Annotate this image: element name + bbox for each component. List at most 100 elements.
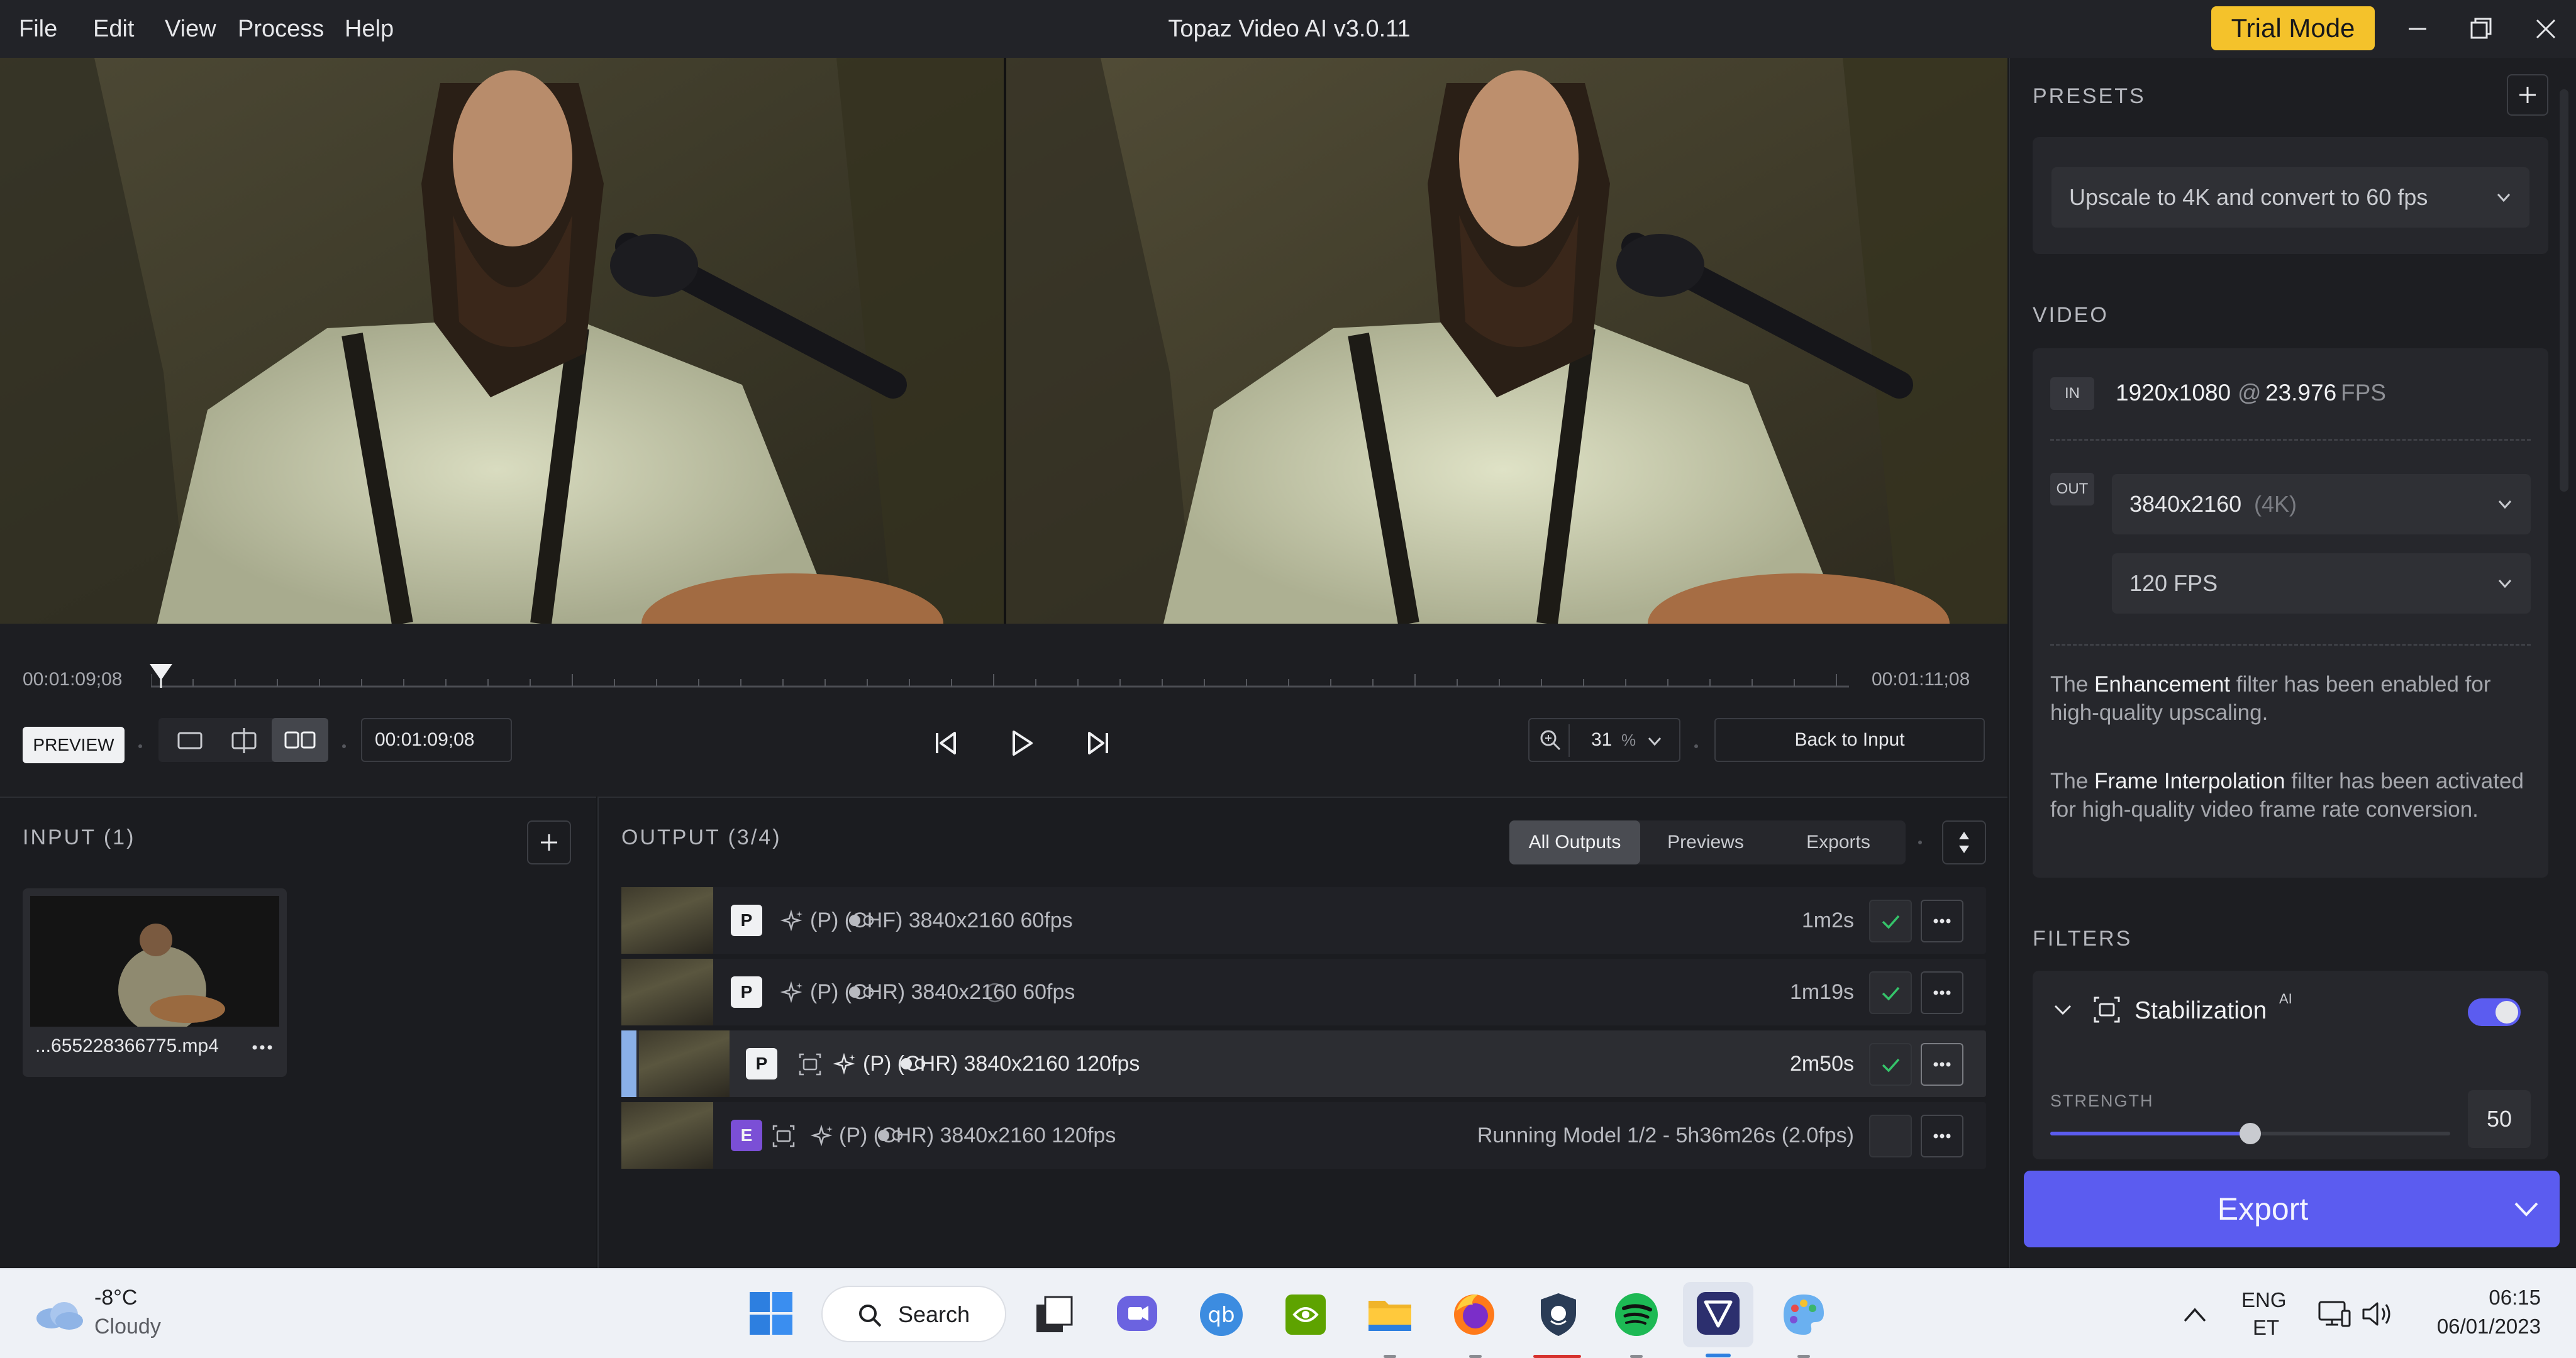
strength-slider[interactable] <box>2050 1123 2450 1144</box>
clock-time[interactable]: 06:15 <box>2472 1286 2541 1310</box>
input-file-card[interactable]: ...655228366775.mp4 <box>23 888 287 1077</box>
menu-edit[interactable]: Edit <box>93 0 134 58</box>
split-view-button[interactable] <box>219 722 268 758</box>
output-thumbnail <box>639 1030 730 1097</box>
spotify-button[interactable] <box>1607 1286 1665 1344</box>
note-emphasis: Frame Interpolation <box>2094 769 2285 793</box>
next-frame-button[interactable] <box>1078 724 1116 762</box>
volume-icon[interactable] <box>2360 1298 2396 1330</box>
svg-text:qb: qb <box>1208 1303 1235 1328</box>
firefox-button[interactable] <box>1445 1286 1503 1344</box>
close-button[interactable] <box>2526 9 2566 49</box>
running-indicator <box>1533 1355 1581 1358</box>
panel-scrollbar[interactable] <box>2560 89 2568 492</box>
sort-icon <box>1959 832 1969 853</box>
chevron-down-icon <box>2498 579 2512 588</box>
interpolation-note: The Frame Interpolation filter has been … <box>2050 767 2534 824</box>
network-icon[interactable] <box>2317 1297 2352 1331</box>
previous-frame-button[interactable] <box>928 724 966 762</box>
input-preview[interactable] <box>0 58 1004 624</box>
language-indicator[interactable]: ENG <box>2241 1288 2287 1312</box>
input-file-more-button[interactable] <box>247 1032 278 1063</box>
chevron-down-icon[interactable] <box>2512 1197 2541 1222</box>
menu-file[interactable]: File <box>19 0 57 58</box>
check-icon <box>1882 1058 1900 1073</box>
taskbar-search[interactable]: Search <box>821 1286 1006 1342</box>
output-fps-dropdown[interactable]: 120 FPS <box>2112 553 2531 614</box>
weather-temperature: -8°C <box>94 1286 138 1310</box>
output-row-more-button[interactable] <box>1921 1043 1963 1086</box>
output-filter-tabs: All Outputs Previews Exports <box>1509 820 1906 864</box>
back-to-input-button[interactable]: Back to Input <box>1714 718 1985 762</box>
teams-chat-button[interactable] <box>1108 1286 1166 1344</box>
timecode-input[interactable]: 00:01:09;08 <box>361 718 512 762</box>
out-tag: OUT <box>2050 473 2094 505</box>
play-button[interactable] <box>1002 724 1040 762</box>
output-row[interactable]: P (P) (CHR) 3840x2160 60fps 1m19s <box>621 959 1986 1025</box>
task-view-button[interactable] <box>1024 1286 1082 1344</box>
input-resolution: 1920x1080 <box>2116 380 2231 406</box>
output-row-status: 1m2s <box>1801 908 1854 932</box>
nvidia-button[interactable] <box>1277 1286 1335 1344</box>
output-resolution-dropdown[interactable]: 3840x2160 (4K) <box>2112 474 2531 534</box>
presets-header: PRESETS <box>2033 84 2146 108</box>
chevron-down-icon[interactable] <box>2050 997 2075 1022</box>
separator-dot <box>138 744 142 748</box>
clock-date[interactable]: 06/01/2023 <box>2419 1315 2541 1339</box>
restore-button[interactable] <box>2460 9 2501 49</box>
selection-indicator <box>621 1030 636 1097</box>
playhead-marker[interactable] <box>147 661 175 689</box>
minimize-button[interactable] <box>2397 9 2438 49</box>
firefox-icon <box>1454 1295 1494 1335</box>
add-preset-button[interactable] <box>2507 74 2548 116</box>
output-row-more-button[interactable] <box>1921 900 1963 942</box>
output-row-selected[interactable]: P (P) (CHR) 3840x2160 120fps 2m50s <box>621 1030 1986 1097</box>
single-view-button[interactable] <box>165 722 214 758</box>
check-icon <box>1882 915 1900 929</box>
menu-view[interactable]: View <box>165 0 216 58</box>
stabilization-toggle[interactable] <box>2468 998 2521 1026</box>
menu-help[interactable]: Help <box>345 0 394 58</box>
chevron-up-icon[interactable] <box>2181 1303 2209 1326</box>
export-badge: E <box>731 1120 762 1151</box>
keyboard-layout[interactable]: ET <box>2253 1316 2279 1340</box>
tab-previews[interactable]: Previews <box>1640 820 1771 864</box>
enhance-sparkle-icon <box>810 1124 833 1147</box>
output-row[interactable]: E (P) (CHR) 3840x2160 120fps Running Mod… <box>621 1102 1986 1169</box>
preset-dropdown[interactable]: Upscale to 4K and convert to 60 fps <box>2051 167 2529 228</box>
file-explorer-button[interactable] <box>1361 1286 1419 1344</box>
zoom-dropdown[interactable]: 31 % <box>1528 718 1680 762</box>
start-button[interactable] <box>742 1284 800 1342</box>
timeline-ruler[interactable] <box>151 661 1849 693</box>
topaz-video-ai-button[interactable] <box>1683 1282 1753 1347</box>
stabilization-card: Stabilization AI STRENGTH 50 <box>2033 971 2548 1159</box>
slider-handle[interactable] <box>2240 1123 2261 1144</box>
preview-button[interactable]: PREVIEW <box>23 727 125 763</box>
video-frame-image <box>1006 58 2007 624</box>
strength-value-input[interactable]: 50 <box>2468 1090 2531 1148</box>
tab-exports[interactable]: Exports <box>1771 820 1906 864</box>
qbittorrent-button[interactable]: qb <box>1192 1286 1250 1344</box>
timeline-bar: 00:01:09;08 00:01:11;08 PREVIEW 00:01:09… <box>0 624 2007 797</box>
tab-all-outputs[interactable]: All Outputs <box>1509 820 1640 864</box>
trial-mode-button[interactable]: Trial Mode <box>2211 6 2375 50</box>
add-input-button[interactable] <box>527 820 571 864</box>
output-row[interactable]: P (P) (CHF) 3840x2160 60fps 1m2s <box>621 887 1986 954</box>
output-row-status: 1m19s <box>1789 980 1854 1004</box>
enhance-sparkle-icon <box>780 909 802 932</box>
shield-icon <box>1541 1293 1576 1336</box>
more-icon <box>1933 1134 1951 1139</box>
chevron-down-icon <box>2497 193 2511 202</box>
close-icon <box>2536 19 2556 39</box>
output-row-more-button[interactable] <box>1921 971 1963 1014</box>
output-resolution-note: (4K) <box>2254 491 2297 517</box>
output-preview[interactable] <box>1006 58 2007 624</box>
vpn-app-button[interactable] <box>1530 1286 1587 1344</box>
menu-process[interactable]: Process <box>238 0 324 58</box>
sort-button[interactable] <box>1942 820 1986 864</box>
side-by-side-view-button[interactable] <box>272 718 328 762</box>
export-button[interactable]: Export <box>2024 1171 2560 1247</box>
output-row-more-button[interactable] <box>1921 1115 1963 1157</box>
paint-button[interactable] <box>1775 1286 1833 1344</box>
title-bar: File Edit View Process Help Topaz Video … <box>0 0 2576 58</box>
